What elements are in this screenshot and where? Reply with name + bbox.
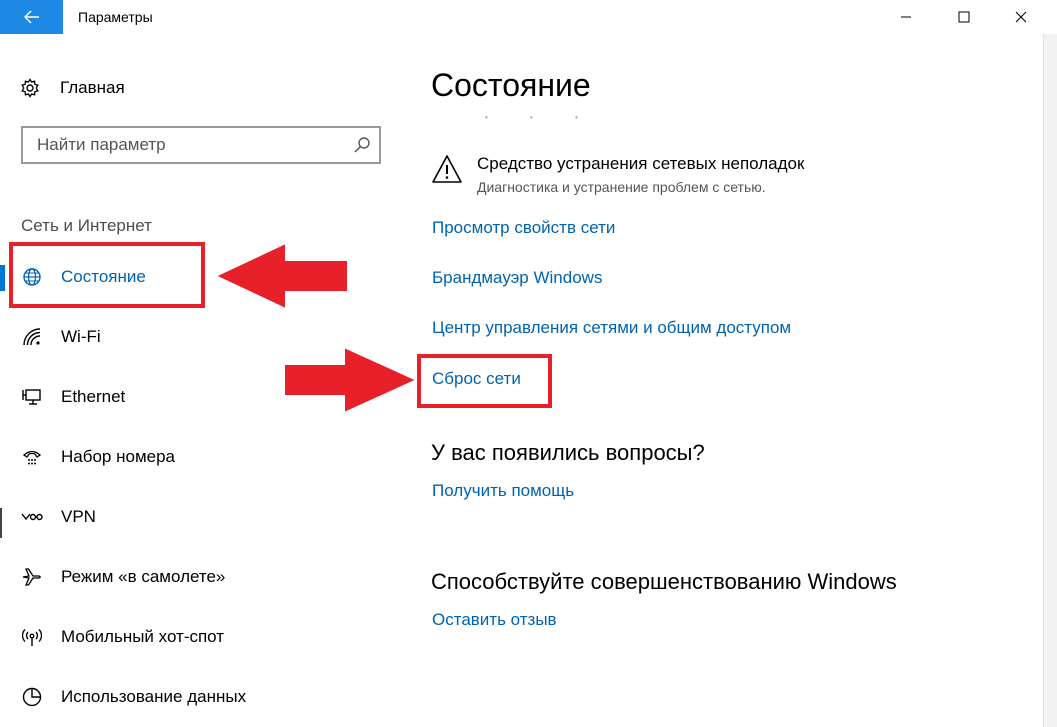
sidebar-home[interactable]: Главная xyxy=(20,76,125,100)
scrollbar-track[interactable] xyxy=(1043,34,1057,727)
maximize-button[interactable] xyxy=(941,0,987,34)
give-feedback-link[interactable]: Оставить отзыв xyxy=(432,610,557,630)
active-indicator xyxy=(0,265,5,291)
back-arrow-icon xyxy=(23,10,39,24)
sidebar-item-mobile-hotspot[interactable]: Мобильный хот-спот xyxy=(0,615,400,659)
main-content: Состояние • • • Средство устранения сете… xyxy=(410,34,1040,727)
network-properties-link[interactable]: Просмотр свойств сети xyxy=(432,218,615,238)
wifi-icon xyxy=(21,327,43,347)
data-usage-icon xyxy=(21,687,43,707)
sidebar-item-label: Набор номера xyxy=(61,447,175,466)
warning-icon xyxy=(432,155,462,183)
troubleshooter-subtitle: Диагностика и устранение проблем с сетью… xyxy=(477,179,766,195)
page-title: Состояние xyxy=(431,67,591,103)
title-bar: Параметры xyxy=(0,0,1057,34)
airplane-icon xyxy=(21,567,43,587)
back-button[interactable] xyxy=(0,0,63,34)
hotspot-icon xyxy=(21,627,43,647)
gear-icon xyxy=(21,78,39,98)
sidebar-item-label: Режим «в самолете» xyxy=(61,567,226,586)
sidebar-item-label: VPN xyxy=(61,507,96,526)
maximize-icon xyxy=(958,11,970,23)
firewall-link[interactable]: Брандмауэр Windows xyxy=(432,268,602,288)
sidebar-item-label: Использование данных xyxy=(61,687,247,706)
sidebar-item-vpn[interactable]: VPN xyxy=(0,495,400,539)
sidebar-item-label: Мобильный хот-спот xyxy=(61,627,225,646)
sidebar-item-data-usage[interactable]: Использование данных xyxy=(0,675,400,719)
search-icon[interactable] xyxy=(353,136,371,154)
sidebar-item-airplane-mode[interactable]: Режим «в самолете» xyxy=(0,555,400,599)
window-title: Параметры xyxy=(78,9,153,25)
troubleshooter-title: Средство устранения сетевых неполадок xyxy=(477,154,805,173)
sidebar-item-dialup[interactable]: Набор номера xyxy=(0,435,400,479)
feedback-heading: Способствуйте совершенствованию Windows xyxy=(431,569,897,594)
section-title: Сеть и Интернет xyxy=(21,216,152,235)
sidebar-item-label: Ethernet xyxy=(61,387,126,406)
troubleshooter-item[interactable]: Средство устранения сетевых неполадок Ди… xyxy=(431,152,951,202)
questions-heading: У вас появились вопросы? xyxy=(431,440,705,465)
red-arrow-left xyxy=(218,244,347,308)
scroll-fade-dots: • • • xyxy=(485,113,598,122)
vpn-icon xyxy=(21,507,43,527)
dialup-icon xyxy=(21,447,43,467)
ethernet-icon xyxy=(21,387,43,407)
minimize-button[interactable] xyxy=(883,0,929,34)
close-button[interactable] xyxy=(998,0,1044,34)
search-input[interactable] xyxy=(37,134,337,156)
red-arrow-right xyxy=(285,348,414,412)
close-icon xyxy=(1015,11,1027,23)
sharing-center-link[interactable]: Центр управления сетями и общим доступом xyxy=(432,318,791,338)
sidebar-item-label: Wi-Fi xyxy=(61,327,101,346)
minimize-icon xyxy=(901,16,911,18)
network-reset-link[interactable]: Сброс сети xyxy=(432,369,521,389)
highlight-box-status xyxy=(9,242,205,308)
sidebar-home-label: Главная xyxy=(60,78,125,97)
get-help-link[interactable]: Получить помощь xyxy=(432,481,574,501)
search-box[interactable] xyxy=(21,126,381,164)
